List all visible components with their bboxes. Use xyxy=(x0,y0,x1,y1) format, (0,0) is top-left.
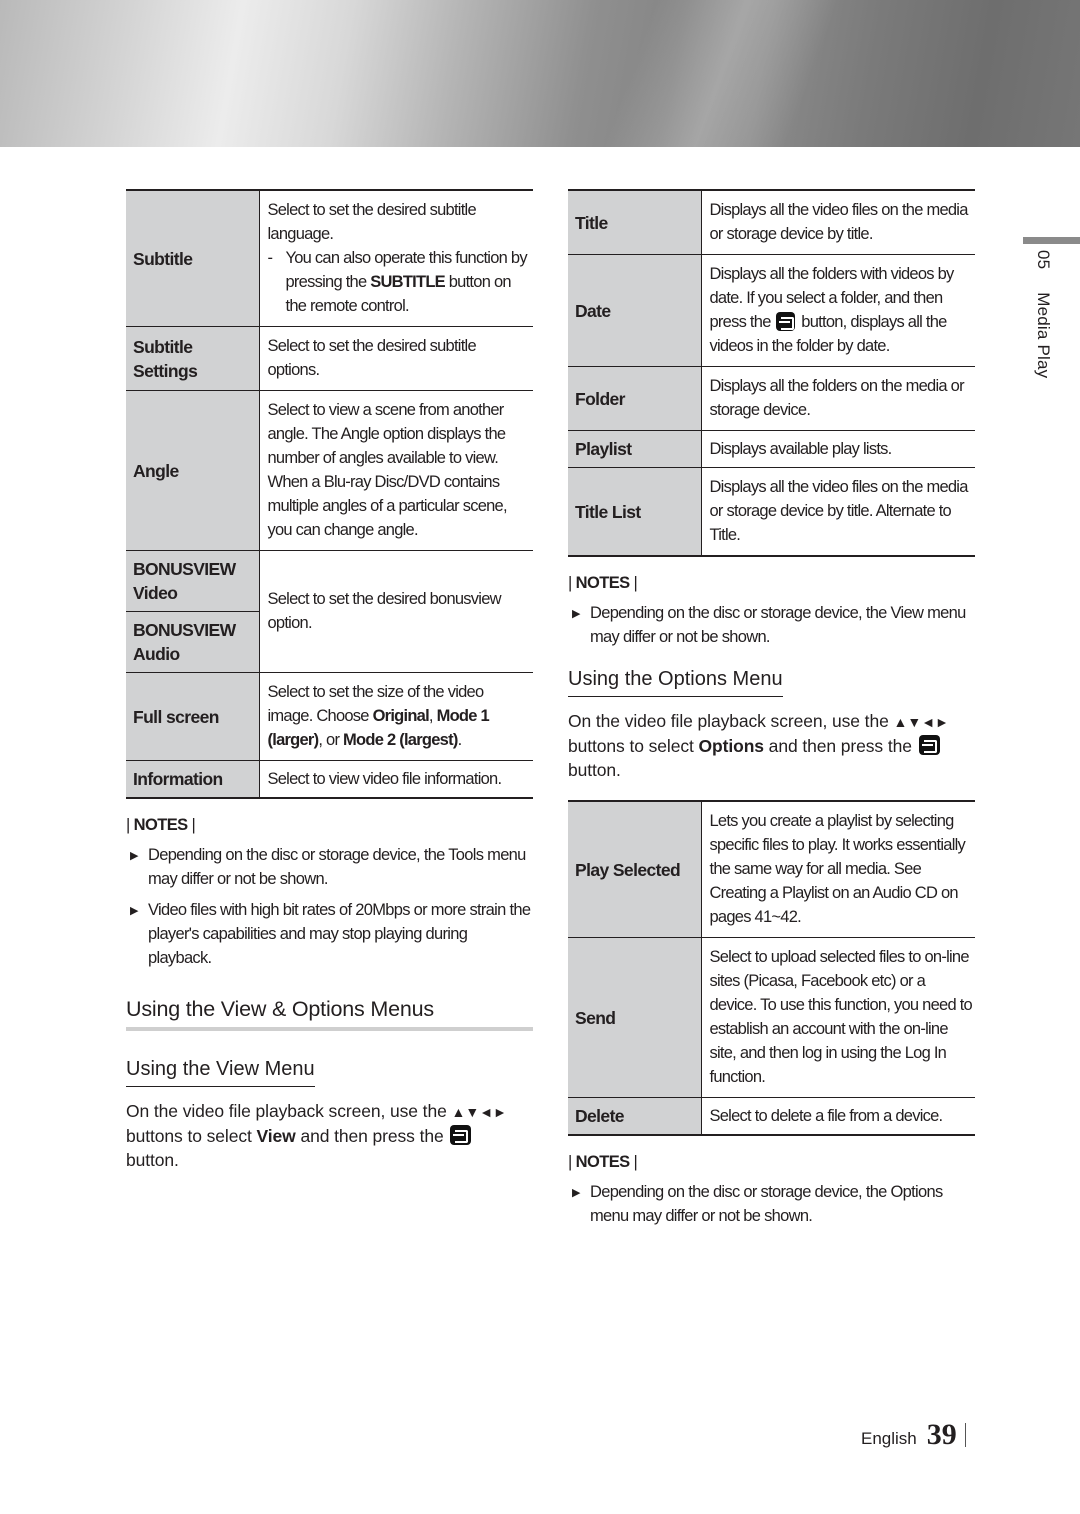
table-row: Delete Select to delete a file from a de… xyxy=(568,1097,975,1135)
bullet-triangle-icon: ▶ xyxy=(130,850,138,862)
enter-button-icon xyxy=(450,1125,472,1145)
row-description: Lets you create a playlist by selecting … xyxy=(709,812,966,926)
chapter-tab-marker xyxy=(1023,237,1080,244)
row-description: Displays all the folders on the media or… xyxy=(701,366,975,431)
row-label: Full screen xyxy=(126,672,260,761)
row-label: Date xyxy=(568,254,702,367)
header-banner xyxy=(0,0,1080,147)
note-item: ▶ Depending on the disc or storage devic… xyxy=(130,846,526,888)
row-label: Subtitle xyxy=(126,190,260,327)
notes-heading: | NOTES | xyxy=(568,574,638,592)
row-description: Displays all the folders with videos by … xyxy=(701,254,975,367)
table-row: Folder Displays all the folders on the m… xyxy=(568,366,975,431)
page-number: 39 xyxy=(926,1418,957,1451)
right-column: Title Displays all the video files on th… xyxy=(568,189,975,1228)
table-row: Date Displays all the folders with video… xyxy=(568,254,975,367)
enter-button-icon xyxy=(918,735,940,755)
direction-arrows-icon: ▲▼◄► xyxy=(893,714,949,730)
bullet-triangle-icon: ▶ xyxy=(572,1187,580,1199)
view-menu-heading: Using the View Menu xyxy=(126,1056,315,1087)
subtitle-button-name: SUBTITLE xyxy=(370,273,445,291)
options-menu-table: Play Selected Lets you create a playlist… xyxy=(568,800,975,1136)
table-row: Playlist Displays available play lists. xyxy=(568,430,975,468)
table-row: Information Select to view video file in… xyxy=(126,760,533,798)
note-item: ▶ Depending on the disc or storage devic… xyxy=(572,604,966,646)
direction-arrows-icon: ▲▼◄► xyxy=(451,1104,507,1120)
footer-language: English xyxy=(861,1429,917,1448)
row-description: Displays all the video files on the medi… xyxy=(701,467,975,556)
description-text: Select to set the desired subtitle langu… xyxy=(267,201,477,243)
row-description: Select to view a scene from another angl… xyxy=(259,390,533,551)
row-label: Subtitle Settings xyxy=(126,326,260,391)
row-description: Select to set the size of the video imag… xyxy=(259,672,533,761)
notes-heading: | NOTES | xyxy=(126,816,196,834)
row-label: Angle xyxy=(126,390,260,551)
row-label: Send xyxy=(568,937,702,1098)
section-title: Using the View & Options Menus xyxy=(126,996,533,1031)
row-description: Displays all the video files on the medi… xyxy=(709,201,969,243)
chapter-title: Media Play xyxy=(1034,292,1053,379)
table-row: BONUSVIEW Video BONUSVIEW Audio Select t… xyxy=(126,550,533,673)
row-label: Play Selected xyxy=(568,801,702,938)
row-description: Select to view video file information. xyxy=(259,760,533,798)
row-label: Information xyxy=(126,760,260,798)
table-row: Angle Select to view a scene from anothe… xyxy=(126,390,533,551)
options-menu-heading: Using the Options Menu xyxy=(568,666,783,697)
row-description: Select to delete a file from a device. xyxy=(701,1097,975,1135)
bullet-triangle-icon: ▶ xyxy=(130,905,138,917)
footer-divider xyxy=(964,1423,967,1447)
bullet-triangle-icon: ▶ xyxy=(572,608,580,620)
notes-heading: | NOTES | xyxy=(568,1153,638,1171)
tools-menu-table: Subtitle Select to set the desired subti… xyxy=(126,189,533,799)
note-item: ▶ Depending on the disc or storage devic… xyxy=(572,1183,943,1225)
enter-button-icon xyxy=(776,312,796,331)
row-description: Select to upload selected files to on-li… xyxy=(701,937,975,1098)
view-menu-table: Title Displays all the video files on th… xyxy=(568,189,975,557)
table-row: Full screen Select to set the size of th… xyxy=(126,672,533,761)
row-label: Folder xyxy=(568,366,702,431)
bonusview-audio-label: BONUSVIEW Audio xyxy=(126,611,259,666)
row-label: Delete xyxy=(568,1097,702,1135)
bonusview-video-label: BONUSVIEW Video xyxy=(133,559,236,603)
table-row: Subtitle Settings Select to set the desi… xyxy=(126,326,533,391)
note-item: ▶ Video files with high bit rates of 20M… xyxy=(130,901,531,967)
row-description: Displays available play lists. xyxy=(701,430,975,468)
chapter-number: 05 xyxy=(1034,250,1053,270)
row-label: Title List xyxy=(568,467,702,556)
view-menu-instructions: On the video file playback screen, use t… xyxy=(126,1101,507,1170)
table-row: Title List Displays all the video files … xyxy=(568,467,975,556)
row-description: Select to set the desired subtitle optio… xyxy=(259,326,533,391)
options-menu-instructions: On the video file playback screen, use t… xyxy=(568,711,949,780)
table-row: Subtitle Select to set the desired subti… xyxy=(126,190,533,327)
row-label: BONUSVIEW Video BONUSVIEW Audio xyxy=(126,550,260,673)
row-description: Select to set the desired subtitle langu… xyxy=(259,190,533,327)
dash-note: - You can also operate this function by … xyxy=(267,249,528,315)
row-label: Title xyxy=(568,190,702,255)
left-column: Subtitle Select to set the desired subti… xyxy=(126,189,533,1172)
row-description: Select to set the desired bonusview opti… xyxy=(259,550,533,673)
chapter-label: 05 Media Play xyxy=(1033,250,1053,378)
table-row: Play Selected Lets you create a playlist… xyxy=(568,801,975,938)
page-footer: English 39 xyxy=(861,1418,967,1452)
row-label: Playlist xyxy=(568,430,702,468)
table-row: Send Select to upload selected files to … xyxy=(568,937,975,1098)
table-row: Title Displays all the video files on th… xyxy=(568,190,975,255)
